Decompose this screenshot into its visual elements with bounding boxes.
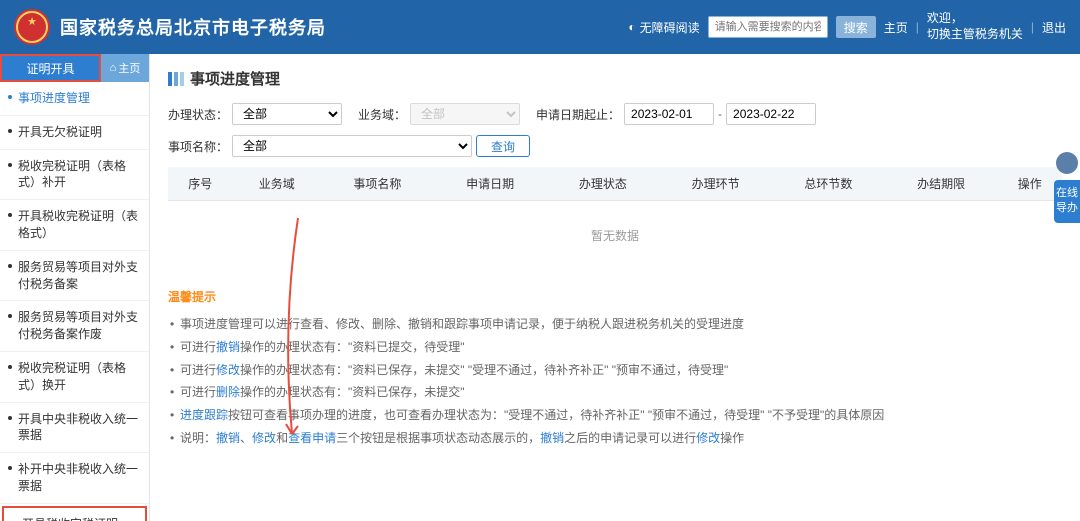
switch-text: 切换主管税务机关 xyxy=(927,27,1023,41)
tip-item: 可进行删除操作的办理状态有："资料已保存，未提交" xyxy=(168,381,1062,404)
sidebar-item[interactable]: 事项进度管理 xyxy=(0,82,149,116)
content-area: 事项进度管理 办理状态： 全部 业务域： 全部 申请日期起止： - 事项名称： … xyxy=(150,54,1080,521)
status-select[interactable]: 全部 xyxy=(232,103,342,125)
tip-item: 事项进度管理可以进行查看、修改、删除、撤销和跟踪事项申请记录，便于纳税人跟进税务… xyxy=(168,313,1062,336)
name-label: 事项名称： xyxy=(168,138,228,155)
date-label: 申请日期起止： xyxy=(536,106,620,123)
empty-message: 暂无数据 xyxy=(168,201,1062,271)
switch-authority[interactable]: 欢迎， 切换主管税务机关 xyxy=(927,11,1023,42)
sidebar-item[interactable]: 开具税收完税证明（表格式） xyxy=(0,200,149,251)
eye-icon: ◐ xyxy=(628,20,635,34)
tips-list: 事项进度管理可以进行查看、修改、删除、撤销和跟踪事项申请记录，便于纳税人跟进税务… xyxy=(168,313,1062,450)
divider: | xyxy=(1031,20,1034,34)
table-header-cell: 业务域 xyxy=(232,167,321,201)
sidebar: 证明开具 ⌂ 主页 事项进度管理开具无欠税证明税收完税证明（表格式）补开开具税收… xyxy=(0,54,150,521)
accessibility-toggle[interactable]: ◐ 无障碍阅读 xyxy=(628,19,699,36)
logout-link[interactable]: 退出 xyxy=(1042,19,1066,36)
sidebar-item[interactable]: 补开中央非税收入统一票据 xyxy=(0,453,149,504)
table-header-cell: 申请日期 xyxy=(434,167,547,201)
accessibility-label: 无障碍阅读 xyxy=(640,19,700,36)
tip-item: 可进行修改操作的办理状态有："资料已保存，未提交" "受理不通过，待补齐补正" … xyxy=(168,359,1062,382)
domain-select: 全部 xyxy=(410,103,520,125)
welcome-text: 欢迎， xyxy=(927,11,963,25)
sidebar-item[interactable]: 税收完税证明（表格式）补开 xyxy=(0,150,149,201)
date-field: 申请日期起止： - xyxy=(536,103,816,125)
search-button[interactable]: 搜索 xyxy=(836,16,876,38)
search-input[interactable] xyxy=(708,16,828,38)
sidebar-home-button[interactable]: ⌂ 主页 xyxy=(101,54,149,82)
app-header: 国家税务总局北京市电子税务局 ◐ 无障碍阅读 搜索 主页 | 欢迎， 切换主管税… xyxy=(0,0,1080,54)
table-header-cell: 办理环节 xyxy=(659,167,772,201)
online-help-tab[interactable]: 在线导办 xyxy=(1054,180,1080,223)
main-layout: 证明开具 ⌂ 主页 事项进度管理开具无欠税证明税收完税证明（表格式）补开开具税收… xyxy=(0,54,1080,521)
sidebar-item[interactable]: 服务贸易等项目对外支付税务备案作废 xyxy=(0,301,149,352)
table-header-cell: 总环节数 xyxy=(772,167,885,201)
query-button[interactable]: 查询 xyxy=(476,135,530,157)
home-icon: ⌂ xyxy=(110,62,117,74)
name-field: 事项名称： 全部 查询 xyxy=(168,135,1062,157)
divider: | xyxy=(916,20,919,34)
sidebar-item[interactable]: 税收完税证明（表格式）换开 xyxy=(0,352,149,403)
date-from-input[interactable] xyxy=(624,103,714,125)
sidebar-top: 证明开具 ⌂ 主页 xyxy=(0,54,149,82)
sidebar-item[interactable]: 服务贸易等项目对外支付税务备案 xyxy=(0,251,149,302)
home-link[interactable]: 主页 xyxy=(884,19,908,36)
status-field: 办理状态： 全部 xyxy=(168,103,342,125)
tips-title: 温馨提示 xyxy=(168,288,1062,305)
tip-item: 进度跟踪按钮可查看事项办理的进度，也可查看办理状态为："受理不通过，待补齐补正"… xyxy=(168,404,1062,427)
table-header-row: 序号业务域事项名称申请日期办理状态办理环节总环节数办结期限操作 xyxy=(168,167,1062,201)
page-title: 事项进度管理 xyxy=(190,68,280,89)
sidebar-menu: 事项进度管理开具无欠税证明税收完税证明（表格式）补开开具税收完税证明（表格式）服… xyxy=(0,82,149,521)
table-empty-row: 暂无数据 xyxy=(168,201,1062,271)
page-title-block: 事项进度管理 xyxy=(168,68,1062,89)
tip-item: 说明：撤销、修改和查看申请三个按钮是根据事项状态动态展示的，撤销之后的申请记录可… xyxy=(168,427,1062,450)
date-to-input[interactable] xyxy=(726,103,816,125)
domain-field: 业务域： 全部 xyxy=(358,103,520,125)
tip-item: 可进行撤销操作的办理状态有："资料已提交，待受理" xyxy=(168,336,1062,359)
status-label: 办理状态： xyxy=(168,106,228,123)
sidebar-home-label: 主页 xyxy=(118,60,140,76)
sidebar-item[interactable]: 开具无欠税证明 xyxy=(0,116,149,150)
table-header-cell: 办结期限 xyxy=(885,167,998,201)
assistant-avatar[interactable] xyxy=(1056,152,1078,174)
sidebar-item[interactable]: 开具中央非税收入统一票据 xyxy=(0,403,149,454)
sidebar-category-tab[interactable]: 证明开具 xyxy=(0,54,101,82)
table-header-cell: 办理状态 xyxy=(547,167,660,201)
table-header-cell: 序号 xyxy=(168,167,232,201)
site-title: 国家税务总局北京市电子税务局 xyxy=(60,14,326,40)
results-table: 序号业务域事项名称申请日期办理状态办理环节总环节数办结期限操作 暂无数据 xyxy=(168,167,1062,270)
date-separator: - xyxy=(718,107,722,121)
table-header-cell: 操作 xyxy=(998,167,1062,201)
filter-bar: 办理状态： 全部 业务域： 全部 申请日期起止： - 事项名称： 全部 查询 xyxy=(168,103,1062,157)
sidebar-item[interactable]: 开具税收完税证明（文书式） xyxy=(2,506,147,521)
table-header-cell: 事项名称 xyxy=(321,167,434,201)
logo-emblem xyxy=(14,9,50,45)
domain-label: 业务域： xyxy=(358,106,406,123)
header-actions: ◐ 无障碍阅读 搜索 主页 | 欢迎， 切换主管税务机关 | 退出 xyxy=(628,11,1066,42)
title-bars-icon xyxy=(168,72,184,86)
name-select[interactable]: 全部 xyxy=(232,135,472,157)
